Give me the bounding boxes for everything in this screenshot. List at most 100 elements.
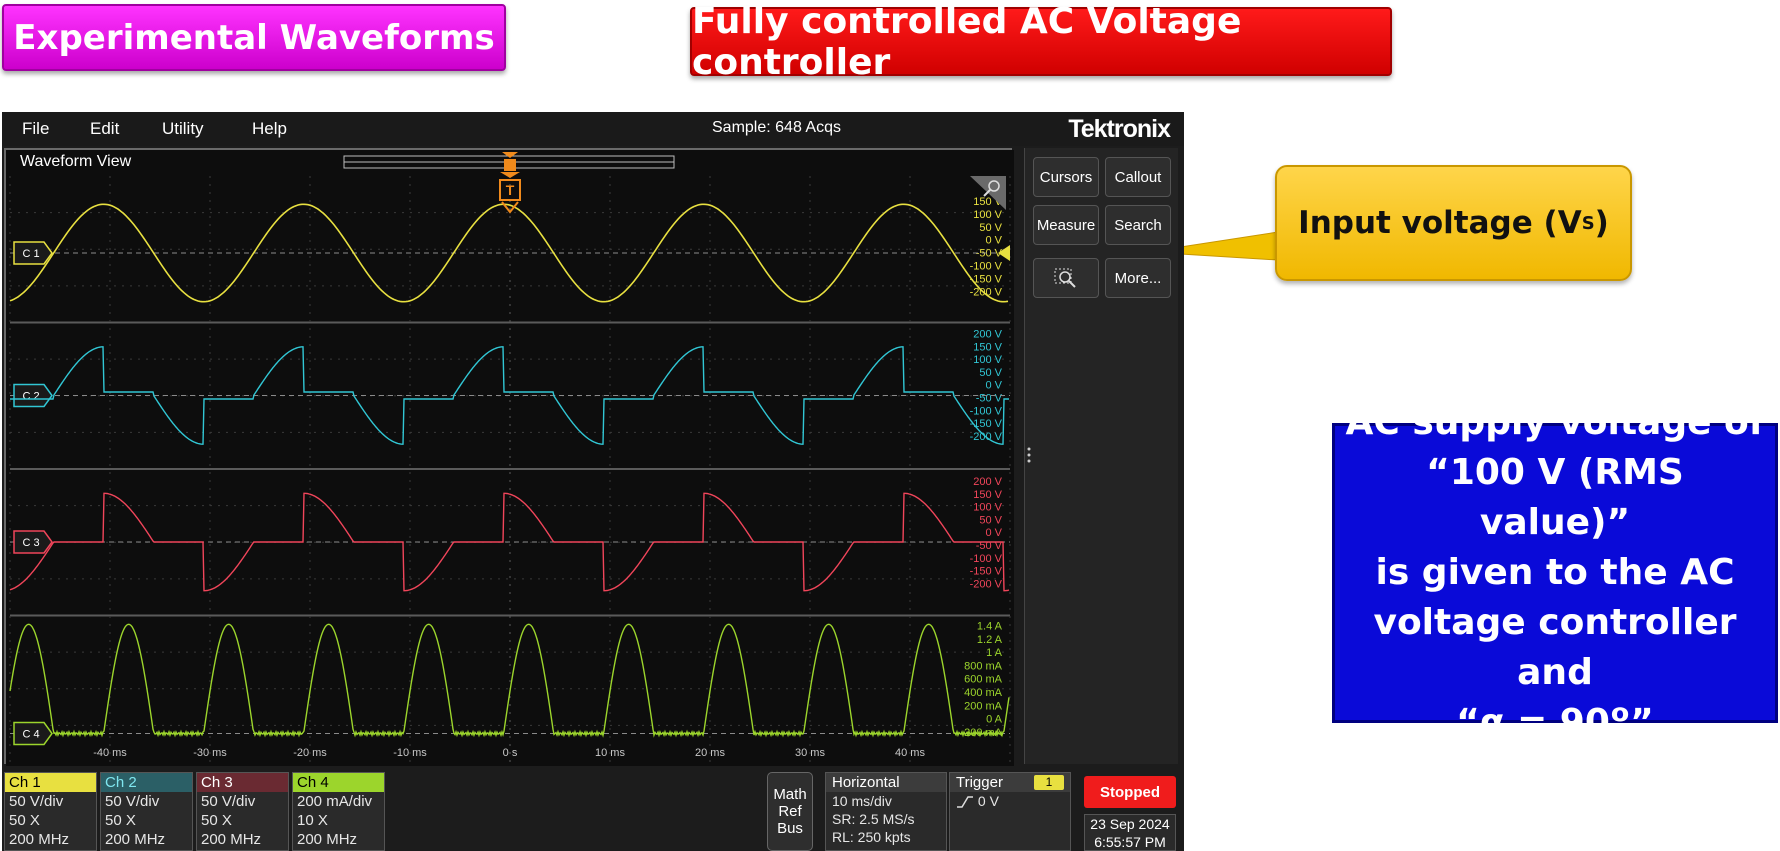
axis-tick-label: 0 V — [985, 380, 1002, 392]
record-length: RL: 250 kpts — [832, 829, 911, 845]
channel-2-scale: 50 V/div — [105, 793, 160, 810]
bus-label: Bus — [777, 820, 803, 837]
axis-tick-label: 50 V — [979, 514, 1002, 526]
measure-button[interactable]: Measure — [1033, 205, 1099, 245]
axis-tick-label: -100 V — [970, 261, 1003, 273]
callout-button[interactable]: Callout — [1105, 157, 1171, 197]
axis-tick-label: 400 mA — [964, 687, 1003, 699]
axis-tick-label: -150 V — [970, 418, 1003, 430]
channel-2-bandwidth: 200 MHz — [105, 831, 166, 848]
channel-4-badge[interactable]: Ch 4 200 mA/div 10 X 200 MHz — [292, 772, 385, 851]
time-tick-label: 0 s — [503, 747, 518, 759]
search-button[interactable]: Search — [1105, 205, 1171, 245]
axis-tick-label: -200 V — [970, 286, 1003, 298]
time-readout: 6:55:57 PM — [1094, 834, 1166, 850]
channel-3-probe: 50 X — [201, 812, 232, 829]
main-title: Fully controlled AC Voltage controller — [690, 1, 1392, 83]
ref-label: Ref — [778, 803, 802, 820]
axis-tick-label: 100 V — [973, 502, 1002, 514]
cursors-button[interactable]: Cursors — [1033, 157, 1099, 197]
channel-marker-label: C 3 — [22, 537, 39, 549]
axis-tick-label: -100 V — [970, 553, 1003, 565]
trigger-source-badge: 1 — [1034, 775, 1064, 790]
axis-tick-label: 150 V — [973, 341, 1002, 353]
horizontal-head: Horizontal — [826, 773, 946, 792]
channel-1-probe: 50 X — [9, 812, 40, 829]
run-stop-status[interactable]: Stopped — [1084, 776, 1176, 808]
trigger-mini-marker — [504, 159, 516, 171]
horizontal-badge[interactable]: Horizontal 10 ms/div SR: 2.5 MS/s RL: 25… — [825, 772, 947, 851]
info-line: is given to the AC — [1375, 552, 1735, 593]
channel-marker-label: C 4 — [22, 729, 39, 741]
channel-marker-label: C 1 — [22, 248, 39, 260]
waveform-plot[interactable]: 150 V100 V50 V0 V-50 V-100 V-150 V-200 V… — [6, 150, 1014, 766]
menu-utility[interactable]: Utility — [162, 119, 204, 139]
axis-tick-label: 0 V — [985, 527, 1002, 539]
channel-4-bandwidth: 200 MHz — [297, 831, 358, 848]
channel-3-scale: 50 V/div — [201, 793, 256, 810]
date-readout: 23 Sep 2024 — [1090, 816, 1170, 832]
time-tick-label: 10 ms — [595, 747, 625, 759]
channel-3-bandwidth: 200 MHz — [201, 831, 262, 848]
menu-file[interactable]: File — [22, 119, 49, 139]
axis-tick-label: 100 V — [973, 209, 1002, 221]
more-button[interactable]: More... — [1105, 258, 1171, 298]
time-tick-label: -30 ms — [193, 747, 227, 759]
time-tick-label: -20 ms — [293, 747, 327, 759]
slide: Experimental Waveforms Fully controlled … — [0, 0, 1780, 851]
channel-2-head: Ch 2 — [101, 773, 192, 792]
channel-2-probe: 50 X — [105, 812, 136, 829]
axis-tick-label: 1 A — [986, 647, 1003, 659]
menu-edit[interactable]: Edit — [90, 119, 119, 139]
channel-4-probe: 10 X — [297, 812, 328, 829]
axis-tick-label: 800 mA — [964, 660, 1003, 672]
trigger-badge[interactable]: Trigger 1 0 V — [949, 772, 1071, 851]
menu-help[interactable]: Help — [252, 119, 287, 139]
waveform-view[interactable]: 150 V 100 V 50 V0 V -50 V -100 V -150 V -200 V… — [4, 148, 1014, 766]
trigger-level-row: 0 V — [950, 792, 1070, 810]
math-label: Math — [773, 786, 807, 803]
trigger-head-label: Trigger — [956, 774, 1003, 791]
axis-tick-label: -50 V — [976, 393, 1003, 405]
axis-tick-label: 0 V — [985, 235, 1002, 247]
channel-3-head: Ch 3 — [197, 773, 288, 792]
info-line: AC supply voltage of — [1345, 402, 1765, 443]
channel-1-head: Ch 1 — [5, 773, 96, 792]
horizontal-scale: 10 ms/div — [832, 793, 892, 809]
menu-bar: File Edit Utility Help Sample: 648 Acqs … — [2, 112, 1184, 146]
axis-tick-label: -100 V — [970, 405, 1003, 417]
math-ref-bus-button[interactable]: Math Ref Bus — [767, 772, 813, 851]
channel-1-badge[interactable]: Ch 1 50 V/div 50 X 200 MHz — [4, 772, 97, 851]
channel-3-badge[interactable]: Ch 3 50 V/div 50 X 200 MHz — [196, 772, 289, 851]
channel-4-scale: 200 mA/div — [297, 793, 373, 810]
callout-close: ) — [1594, 205, 1609, 241]
zoom-icon — [1054, 268, 1076, 288]
sample-rate: SR: 2.5 MS/s — [832, 811, 915, 827]
channel-2-badge[interactable]: Ch 2 50 V/div 50 X 200 MHz — [100, 772, 193, 851]
tektronix-logo: Tektronix — [1068, 115, 1171, 143]
info-line: “α = 90º” — [1456, 702, 1654, 743]
experimental-waveforms-title: Experimental Waveforms — [2, 4, 506, 71]
waveform-view-title: Waveform View — [20, 153, 132, 170]
axis-tick-label: 1.4 A — [977, 621, 1003, 633]
date-time: 23 Sep 2024 6:55:57 PM — [1084, 814, 1176, 851]
channel-1-bandwidth: 200 MHz — [9, 831, 70, 848]
sample-readout: Sample: 648 Acqs — [712, 119, 841, 136]
axis-tick-label: 200 mA — [964, 700, 1003, 712]
time-tick-label: 20 ms — [695, 747, 725, 759]
oscilloscope-window: File Edit Utility Help Sample: 648 Acqs … — [2, 112, 1184, 851]
control-panel: Cursors Callout Measure Search More... — [1024, 148, 1178, 764]
info-line: voltage controller and — [1373, 602, 1737, 693]
axis-tick-label: 150 V — [973, 489, 1002, 501]
channel-1-scale: 50 V/div — [9, 793, 64, 810]
axis-tick-label: -50 V — [976, 248, 1003, 260]
channel-4-head: Ch 4 — [293, 773, 384, 792]
panel-handle-icon[interactable] — [1025, 445, 1033, 465]
channel-marker-label: C 2 — [22, 391, 39, 403]
input-voltage-callout: Input voltage (V S) — [1275, 165, 1632, 281]
axis-tick-label: -150 V — [970, 566, 1003, 578]
zoom-button[interactable] — [1033, 258, 1099, 298]
axis-tick-label: 200 V — [973, 476, 1002, 488]
trigger-level: 0 V — [977, 793, 999, 809]
axis-tick-label: 600 mA — [964, 674, 1003, 686]
